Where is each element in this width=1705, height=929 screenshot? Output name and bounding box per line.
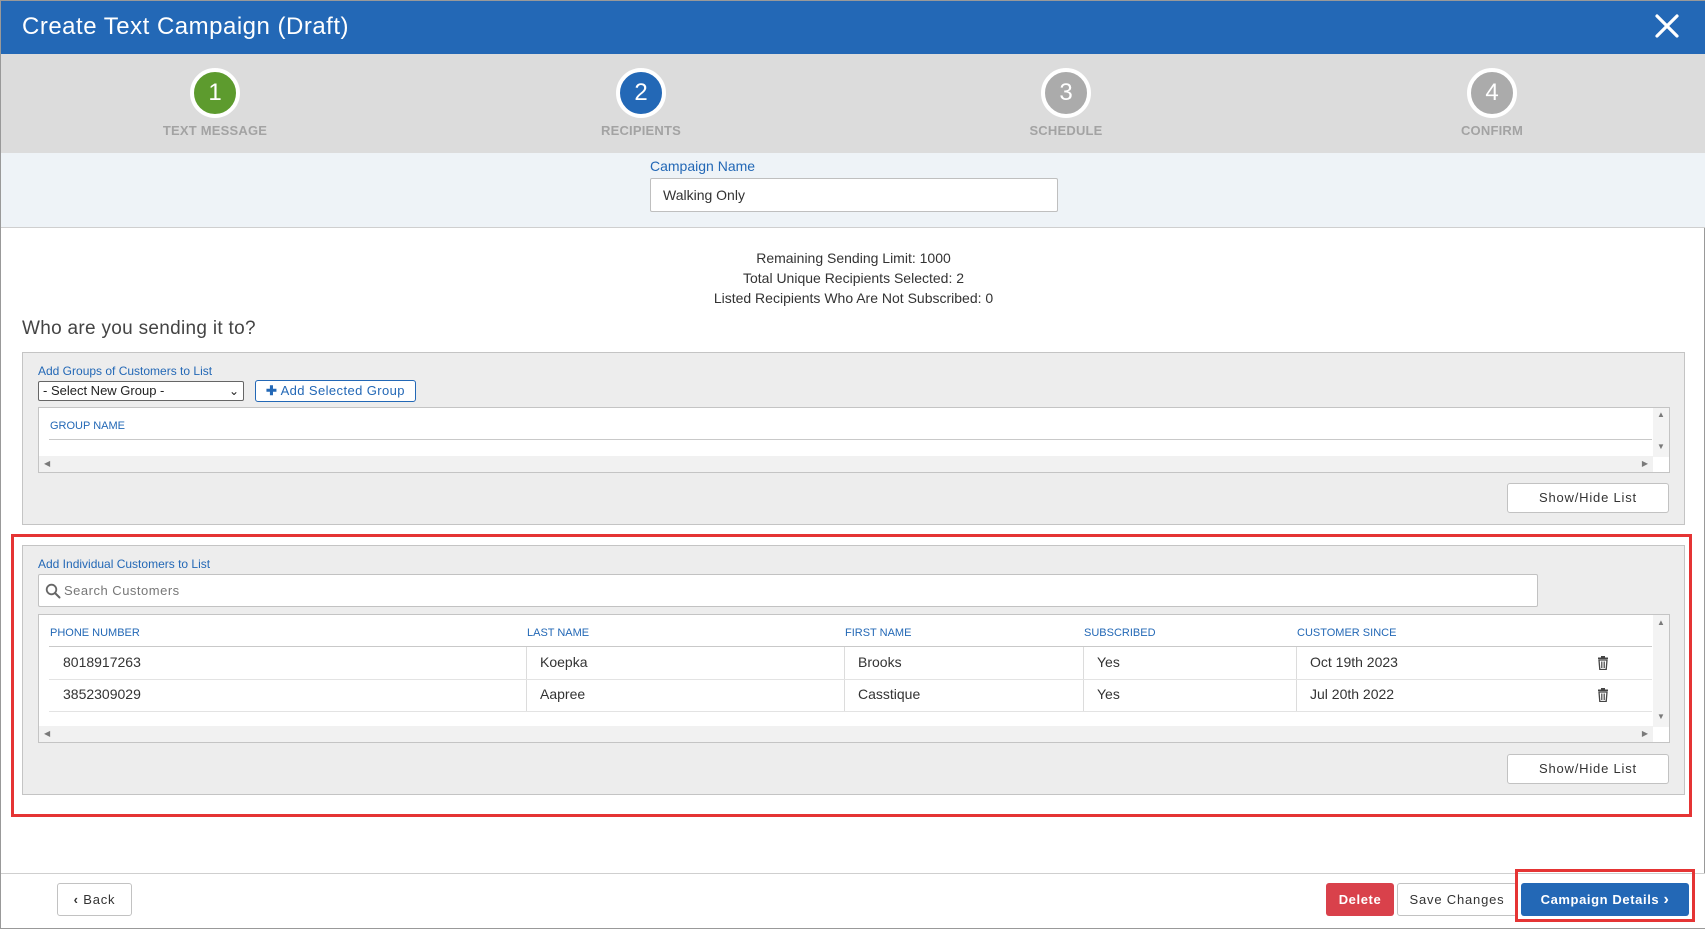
header-divider (49, 439, 1652, 440)
groups-panel: Add Groups of Customers to List - Select… (22, 352, 1685, 525)
modal-title: Create Text Campaign (Draft) (22, 13, 350, 40)
step-label: CONFIRM (1460, 123, 1524, 138)
add-selected-group-button[interactable]: ✚ Add Selected Group (255, 380, 416, 402)
campaign-name-label: Campaign Name (650, 158, 756, 174)
step-number: 4 (1467, 68, 1517, 118)
campaign-modal: Create Text Campaign (Draft) 1 TEXT MESS… (0, 0, 1705, 929)
campaign-name-section: Campaign Name Walking Only (1, 153, 1705, 228)
groups-panel-label: Add Groups of Customers to List (38, 364, 213, 378)
back-button-label: Back (83, 892, 116, 907)
modal-header: Create Text Campaign (Draft) (1, 1, 1705, 54)
step-recipients[interactable]: 2 RECIPIENTS (541, 68, 741, 138)
step-label: RECIPIENTS (600, 123, 681, 138)
highlight-box-campaign-details (1515, 869, 1695, 922)
add-selected-group-label: Add Selected Group (280, 383, 405, 398)
scroll-right-icon[interactable]: ▶ (1642, 459, 1648, 468)
progress-stepper: 1 TEXT MESSAGE 2 RECIPIENTS 3 SCHEDULE 4… (1, 54, 1705, 153)
modal-footer: ‹ Back Delete Save Changes Campaign Deta… (1, 873, 1705, 928)
step-schedule[interactable]: 3 SCHEDULE (966, 68, 1166, 138)
step-label: SCHEDULE (1029, 123, 1103, 138)
scroll-down-icon[interactable]: ▼ (1657, 442, 1665, 451)
section-heading: Who are you sending it to? (22, 318, 256, 339)
group-select-value: - Select New Group - (43, 383, 165, 398)
scroll-left-icon[interactable]: ◀ (44, 459, 50, 468)
groups-show-hide-button[interactable]: Show/Hide List (1507, 483, 1669, 513)
total-unique-recipients: Total Unique Recipients Selected: 2 (742, 270, 965, 286)
sending-stats: Remaining Sending Limit: 1000 Total Uniq… (1, 248, 1705, 308)
campaign-name-input[interactable]: Walking Only (650, 178, 1058, 212)
delete-button[interactable]: Delete (1326, 883, 1394, 916)
horizontal-scrollbar[interactable]: ◀ ▶ (39, 456, 1653, 472)
chevron-down-icon: ⌄ (228, 384, 239, 398)
step-number: 2 (616, 68, 666, 118)
groups-table: GROUP NAME ▲ ▼ ◀ ▶ (38, 407, 1670, 473)
scroll-up-icon[interactable]: ▲ (1657, 410, 1665, 419)
vertical-scrollbar[interactable]: ▲ ▼ (1653, 408, 1669, 457)
step-confirm[interactable]: 4 CONFIRM (1392, 68, 1592, 138)
close-icon[interactable] (1652, 11, 1682, 41)
save-changes-button[interactable]: Save Changes (1397, 883, 1517, 916)
group-select[interactable]: - Select New Group - ⌄ (38, 381, 244, 401)
highlight-box-individuals (11, 534, 1692, 817)
not-subscribed-count: Listed Recipients Who Are Not Subscribed… (713, 290, 994, 306)
step-label: TEXT MESSAGE (162, 123, 268, 138)
step-number: 1 (190, 68, 240, 118)
step-text-message[interactable]: 1 TEXT MESSAGE (115, 68, 315, 138)
remaining-sending-limit: Remaining Sending Limit: 1000 (756, 250, 951, 266)
step-number: 3 (1041, 68, 1091, 118)
back-button[interactable]: ‹ Back (57, 883, 132, 916)
plus-icon: ✚ (266, 383, 278, 398)
column-header-group-name: GROUP NAME (50, 420, 125, 432)
chevron-left-icon: ‹ (73, 892, 79, 907)
